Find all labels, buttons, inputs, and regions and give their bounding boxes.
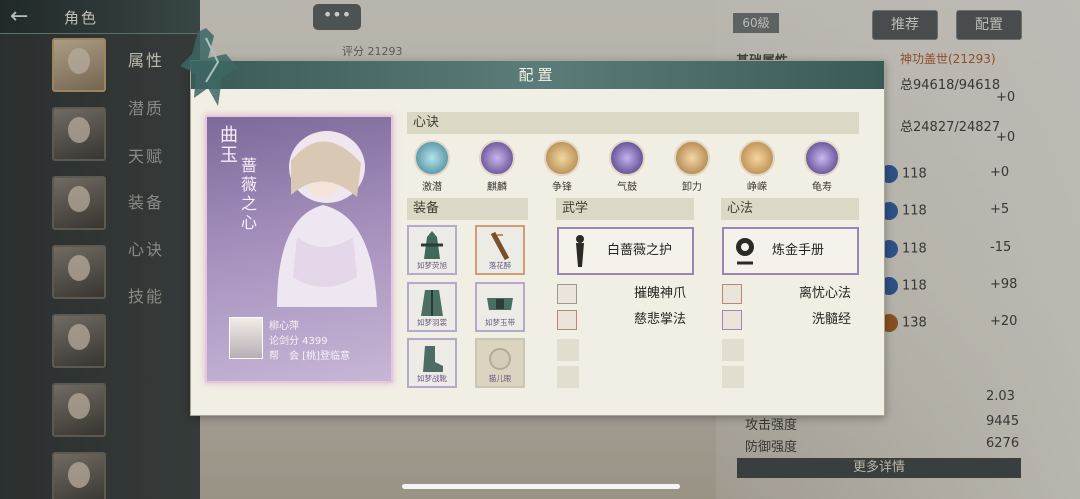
xinfa-skill-row[interactable]: 离忧心法 <box>722 284 857 304</box>
wuxue-main-skill[interactable]: 白蔷薇之护 <box>557 227 694 275</box>
equipment-slot-weapon[interactable]: 如梦荧旭 <box>407 225 457 275</box>
section-header-equipment: 装备 <box>407 198 528 220</box>
section-header-xinjue: 心诀 <box>407 112 859 134</box>
ribbon-ornament-icon <box>180 28 238 106</box>
xinjue-icon <box>804 140 840 176</box>
xinjue-icon <box>479 140 515 176</box>
empty-skill-slot[interactable] <box>557 366 579 388</box>
skill-icon <box>557 284 577 304</box>
dialog-title: 配置 <box>518 66 557 84</box>
empty-skill-slot[interactable] <box>722 366 744 388</box>
equipment-slot-boots[interactable]: 如梦战靴 <box>407 338 457 388</box>
xinjue-item[interactable]: 龟寿 <box>800 140 844 193</box>
gem-icon <box>489 348 511 370</box>
xinjue-item[interactable]: 卸力 <box>670 140 714 193</box>
boots-icon <box>423 346 443 372</box>
robe-icon <box>421 290 443 316</box>
xinjue-icon <box>544 140 580 176</box>
owner-name: 柳心萍 <box>269 321 299 332</box>
xinjue-icon <box>414 140 450 176</box>
wuxue-skill-row[interactable]: 慈悲掌法 <box>557 310 692 330</box>
xinjue-item[interactable]: 峥嵘 <box>735 140 779 193</box>
owner-guild: 帮 会 [桃]登临意 <box>269 351 350 362</box>
equipment-slot-belt[interactable]: 如梦玉带 <box>475 282 525 332</box>
owner-score: 论剑分 4399 <box>269 336 328 347</box>
xinjue-item[interactable]: 麒麟 <box>475 140 519 193</box>
section-header-wuxue: 武学 <box>556 198 694 220</box>
owner-avatar <box>229 317 263 359</box>
xinjue-item[interactable]: 争锋 <box>540 140 584 193</box>
character-title: 蔷薇之心 <box>238 157 257 233</box>
wuxue-skill-row[interactable]: 摧魄神爪 <box>557 284 692 304</box>
dialog-header: 配置 <box>191 61 884 89</box>
skill-icon <box>722 284 742 304</box>
section-header-xinfa: 心法 <box>721 198 859 220</box>
character-name: 曲玉 <box>217 125 238 165</box>
skill-icon <box>722 310 742 330</box>
empty-skill-slot[interactable] <box>557 339 579 361</box>
character-card: 曲玉 蔷薇之心 柳心萍 论剑分 4399 帮 会 [桃]登临意 <box>205 115 393 383</box>
equipment-slot-weapon[interactable]: 落花醉 <box>475 225 525 275</box>
manual-icon <box>736 238 754 265</box>
home-indicator[interactable] <box>402 484 680 489</box>
equipment-slot-armor[interactable]: 如梦羽裳 <box>407 282 457 332</box>
xinjue-item[interactable]: 气鼓 <box>605 140 649 193</box>
skill-icon <box>557 310 577 330</box>
martial-art-icon <box>576 235 584 267</box>
empty-skill-slot[interactable] <box>722 339 744 361</box>
xinfa-main-skill[interactable]: 炼金手册 <box>722 227 859 275</box>
xinfa-skill-row[interactable]: 洗髓经 <box>722 310 857 330</box>
xinjue-icon <box>609 140 645 176</box>
xinjue-icon <box>674 140 710 176</box>
equipment-slot-accessory[interactable]: 猫儿眼 <box>475 338 525 388</box>
helmet-icon <box>421 231 443 259</box>
xinjue-icon <box>739 140 775 176</box>
flute-icon <box>490 231 510 261</box>
character-portrait-icon <box>277 131 377 307</box>
xinjue-item[interactable]: 激潜 <box>410 140 454 193</box>
belt-icon <box>487 298 513 310</box>
